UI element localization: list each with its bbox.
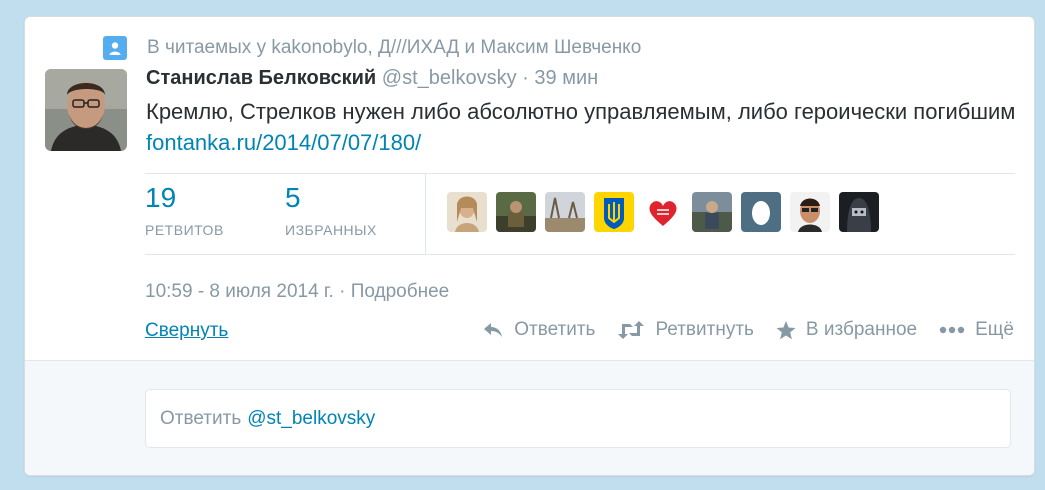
tweet-body: Кремлю, Стрелков нужен либо абсолютно уп… [146,99,1016,124]
favorite-button[interactable]: В избранное [776,319,917,341]
stats-divider [425,174,426,254]
author-handle[interactable]: @st_belkovsky [382,67,517,89]
reply-placeholder: Ответить [160,407,242,429]
retweet-icon [618,321,645,339]
tweet-meta: 10:59 - 8 июля 2014 г. · Подробнее [145,281,449,303]
reply-label: Ответить [514,319,596,340]
user-icon [103,36,127,60]
collapse-link[interactable]: Свернуть [145,320,228,342]
author-avatar[interactable] [45,69,127,151]
favoriter-avatar[interactable] [790,192,830,232]
tweet-link[interactable]: fontanka.ru/2014/07/07/180/ [146,130,421,155]
author-name[interactable]: Станислав Белковский [146,67,376,89]
header-separator: · [522,67,529,89]
reply-area: Ответить @st_belkovsky [25,360,1034,475]
retweet-label: Ретвитнуть [655,319,754,340]
favorites-stat[interactable]: 5 ИЗБРАННЫХ [285,180,377,238]
reply-button[interactable]: Ответить [482,319,595,341]
favoriter-avatar[interactable] [692,192,732,232]
favorite-label: В избранное [805,319,918,340]
more-label: Ещё [975,319,1014,340]
retweet-button[interactable]: Ретвитнуть [617,319,754,341]
favoriter-avatar[interactable] [643,192,683,232]
reply-input[interactable]: Ответить @st_belkovsky [145,389,1011,448]
tweet-header: Станислав Белковский @st_belkovsky · 39 … [146,67,598,90]
favoriter-avatar[interactable] [839,192,879,232]
retweets-stat[interactable]: 19 РЕТВИТОВ [145,180,224,238]
tweet-timestamp: 10:59 - 8 июля 2014 г. [145,281,334,302]
tweet-stats: 19 РЕТВИТОВ 5 ИЗБРАННЫХ [145,173,1015,255]
details-link[interactable]: Подробнее [351,281,450,302]
star-icon [776,320,796,339]
more-dots-icon [939,326,965,334]
social-context-text: В читаемых у kakonobylo, Д///ИХАД и Макс… [147,37,642,58]
tweet-text: Кремлю, Стрелков нужен либо абсолютно уп… [146,96,1016,158]
favoriter-avatar[interactable] [741,192,781,232]
reply-icon [484,323,503,337]
meta-separator: · [339,281,346,302]
tweet-card: В читаемых у kakonobylo, Д///ИХАД и Макс… [24,16,1035,476]
tweet-actions: Ответить Ретвитнуть В избранное Ещё [460,319,1014,341]
reply-mention: @st_belkovsky [247,407,376,429]
more-button[interactable]: Ещё [939,319,1014,341]
favoriter-avatar[interactable] [545,192,585,232]
favoriter-avatar[interactable] [496,192,536,232]
favoriters-facepile [447,192,888,232]
retweets-label: РЕТВИТОВ [145,222,224,238]
tweet-time[interactable]: 39 мин [534,67,598,89]
favoriter-avatar[interactable] [447,192,487,232]
favorites-count: 5 [285,182,301,213]
favorites-label: ИЗБРАННЫХ [285,222,377,238]
retweets-count: 19 [145,182,177,213]
favoriter-avatar[interactable] [594,192,634,232]
social-context: В читаемых у kakonobylo, Д///ИХАД и Макс… [103,35,641,61]
